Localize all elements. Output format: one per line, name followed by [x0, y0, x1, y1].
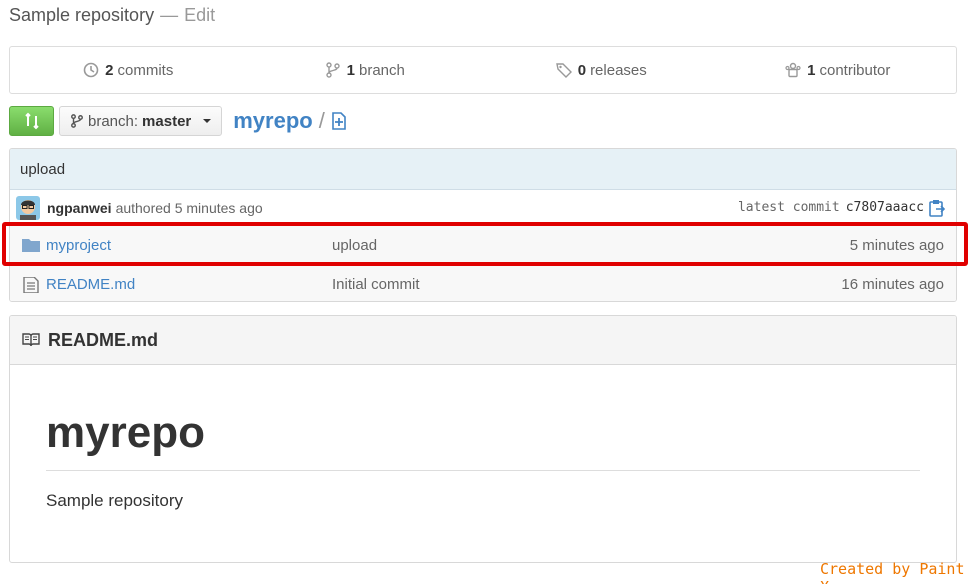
breadcrumb-separator: /	[318, 108, 325, 133]
folder-icon	[22, 239, 40, 252]
repo-root-link[interactable]: myrepo	[233, 108, 312, 134]
compare-icon	[24, 112, 39, 130]
breadcrumb: myrepo /	[233, 108, 347, 134]
commit-sha-group: latest commit c7807aaacc	[738, 199, 946, 217]
contributors-count: 1	[807, 61, 816, 79]
file-row[interactable]: myproject upload 5 minutes ago	[10, 226, 956, 265]
branch-select-button[interactable]: branch: master	[59, 106, 223, 136]
latest-commit-message[interactable]: upload	[10, 149, 956, 190]
tag-icon	[555, 63, 572, 78]
file-row[interactable]: README.md Initial commit 16 minutes ago	[10, 265, 956, 301]
file-age: 5 minutes ago	[849, 236, 944, 254]
branch-icon	[325, 62, 340, 78]
description-dash: —	[160, 5, 179, 25]
watermark-text: Created by Paint X	[820, 560, 965, 584]
chevron-down-icon	[203, 119, 212, 123]
file-age: 16 minutes ago	[841, 276, 944, 293]
history-icon	[83, 62, 99, 78]
branch-prefix: branch:	[88, 112, 139, 130]
clipboard-icon[interactable]	[928, 199, 946, 217]
releases-count: 0	[577, 61, 587, 79]
commits-label: commits	[117, 61, 174, 79]
latest-commit-label: latest commit	[737, 200, 840, 215]
releases-stat[interactable]: 0 releases	[483, 62, 720, 79]
file-name-link[interactable]: README.md	[46, 276, 332, 293]
commit-sha[interactable]: c7807aaacc	[846, 200, 924, 215]
commits-count: 2	[105, 61, 114, 79]
file-browser: upload ngpanwei authored 5 minutes ago l…	[9, 148, 957, 302]
releases-label: releases	[590, 61, 647, 79]
contributors-stat[interactable]: 1 contributor	[720, 62, 957, 79]
readme-filename: README.md	[48, 329, 159, 350]
book-icon	[22, 333, 40, 347]
commit-authored-time: authored 5 minutes ago	[115, 199, 263, 216]
commit-author[interactable]: ngpanwei	[47, 200, 112, 216]
branch-name: master	[142, 112, 192, 130]
readme-paragraph: Sample repository	[46, 490, 184, 510]
file-navigation: branch: master myrepo /	[9, 106, 347, 136]
organization-icon	[785, 62, 801, 78]
repo-description: Sample repository — Edit	[9, 5, 215, 26]
readme-header: README.md	[10, 316, 956, 365]
commit-meta: ngpanwei authored 5 minutes ago latest c…	[10, 190, 956, 226]
branches-label: branch	[358, 61, 405, 79]
compare-button[interactable]	[9, 106, 54, 136]
branches-stat[interactable]: 1 branch	[247, 62, 484, 79]
branches-count: 1	[346, 61, 355, 79]
avatar[interactable]	[16, 195, 40, 220]
repo-stats-bar: 2 commits 1 branch 0 releases 1 contributor	[9, 46, 957, 94]
readme-panel: README.md myrepo Sample repository	[9, 315, 957, 563]
file-commit-message[interactable]: Initial commit	[332, 276, 420, 293]
description-text: Sample repository	[9, 5, 155, 25]
file-name-link[interactable]: myproject	[46, 237, 332, 254]
edit-description-link[interactable]: Edit	[184, 5, 215, 25]
readme-heading: myrepo	[46, 407, 920, 471]
branch-icon	[71, 114, 83, 128]
file-text-icon	[23, 276, 39, 293]
file-commit-message[interactable]: upload	[332, 237, 377, 254]
contributors-label: contributor	[819, 61, 891, 79]
new-file-icon[interactable]	[331, 112, 347, 130]
readme-content: myrepo Sample repository	[10, 407, 956, 511]
commits-stat[interactable]: 2 commits	[10, 62, 247, 79]
